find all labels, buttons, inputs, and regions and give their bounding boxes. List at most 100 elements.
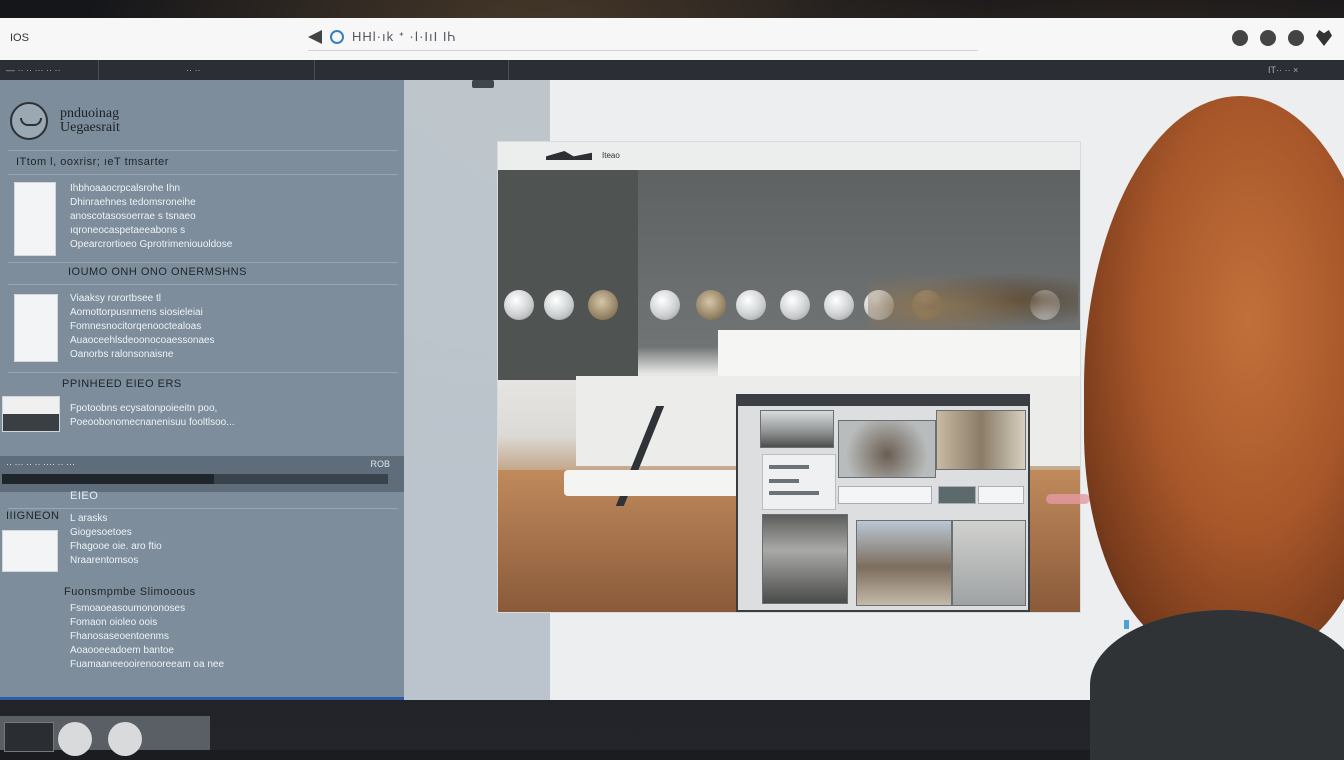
gallery-dot[interactable]: [780, 290, 810, 320]
entry-line: ıqroneocaspetaeeabons s: [70, 225, 186, 236]
toolbar-divider: [98, 60, 99, 80]
section-title[interactable]: IOUMO ONH ONO ONERMSHNS: [68, 266, 247, 278]
person-shoulder: [1090, 610, 1344, 760]
entry-text[interactable]: L arasks Giogesoetoes Fhagooe oie. aro f…: [70, 512, 162, 568]
entry-line: Fpotoobns ecysatonpoieeitn poo,: [70, 403, 218, 414]
progress-bar[interactable]: [2, 474, 388, 484]
gallery-dot[interactable]: [696, 290, 726, 320]
toolbar-divider: [314, 60, 315, 80]
section-label: IIIGNEON: [6, 510, 60, 522]
app-label: IOS: [10, 32, 29, 44]
scene-plant: [868, 265, 1078, 335]
entry-text[interactable]: Fsmoaoeasoumononoses Fomaon oioleo oois …: [70, 602, 224, 672]
photo-thumbnail[interactable]: [952, 520, 1026, 606]
dock-app-icon[interactable]: [58, 722, 92, 756]
entry-line: Aoaooeeadoem bantoe: [70, 645, 174, 656]
entry-line: anoscotasosoerrae s tsnaeo: [70, 211, 196, 222]
divider: [8, 262, 398, 263]
divider: [8, 150, 398, 151]
avatar[interactable]: [10, 102, 48, 140]
entry-line: Dhinraehnes tedomsroneihe: [70, 197, 196, 208]
refresh-icon[interactable]: [330, 30, 344, 44]
entry-thumbnail[interactable]: [14, 182, 56, 256]
viewer-header: Iteao: [498, 142, 1080, 171]
browser-top-bar: IOS HHl·ık ᐩ ·ǀ·IıI ΙᏂ: [0, 18, 1344, 61]
gallery-dot[interactable]: [824, 290, 854, 320]
section-title[interactable]: Fuonsmpmbe Slimooous: [64, 586, 196, 598]
photo-grid-panel[interactable]: [736, 394, 1030, 612]
section-title[interactable]: EIEO: [70, 490, 98, 502]
dock-app-icon[interactable]: [108, 722, 142, 756]
entry-line: Fomnesnocitorqenooctealoas: [70, 321, 202, 332]
progress-label: ·· ··· ·· ·· ···· ·· ···: [6, 459, 75, 469]
gallery-dot[interactable]: [544, 290, 574, 320]
entry-line: Fhanosaseoentoenms: [70, 631, 169, 642]
profile-name-line1: pnduoinag: [60, 106, 120, 121]
scroll-handle[interactable]: [472, 80, 494, 88]
scene-shelf: [718, 330, 1080, 376]
divider: [8, 174, 398, 175]
photo-thumbnail[interactable]: [760, 410, 834, 448]
photo-thumbnail[interactable]: [856, 520, 952, 606]
panel-button[interactable]: [978, 486, 1024, 504]
profile-header[interactable]: pnduoinag Uegaesrait: [10, 102, 120, 140]
entry-thumbnail[interactable]: [14, 294, 58, 362]
section-title[interactable]: ITtom l, ooxrisr; ıeT tmsarter: [16, 156, 169, 168]
entry-line: Opearcrortioeo Gprotrimeniouoldose: [70, 239, 233, 250]
gallery-dot[interactable]: [650, 290, 680, 320]
scene-laptop: [564, 470, 742, 496]
entry-line: Auaoceehlsdeoonocoaessonaes: [70, 335, 215, 346]
account-icon[interactable]: [1232, 30, 1248, 46]
photo-form[interactable]: [762, 454, 836, 510]
dock: [0, 716, 210, 756]
address-bar[interactable]: HHl·ık ᐩ ·ǀ·IıI ΙᏂ: [308, 24, 978, 51]
back-icon[interactable]: [308, 30, 322, 44]
sidebar-accent-bar: [0, 697, 404, 700]
entry-text[interactable]: Viaaksy rorortbsee tl Aomottorpusnmens s…: [70, 292, 215, 362]
photo-thumbnail[interactable]: [838, 420, 936, 478]
progress-row: ·· ··· ·· ·· ···· ·· ··· ROB: [0, 456, 404, 492]
profile-name-line2: Uegaesrait: [60, 120, 120, 135]
entry-line: Fomaon oioleo oois: [70, 617, 158, 628]
entry-line: Oanorbs ralonsonaisne: [70, 349, 174, 360]
gallery-dot[interactable]: [504, 290, 534, 320]
entry-text[interactable]: Ihbhoaaocrpcalsrohe Ihn Dhinraehnes tedo…: [70, 182, 232, 252]
gallery-dot[interactable]: [588, 290, 618, 320]
entry-line: Viaaksy rorortbsee tl: [70, 293, 161, 304]
divider: [8, 508, 398, 509]
toolbar-center-text[interactable]: ·· ··: [186, 65, 201, 75]
form-line: [769, 479, 799, 483]
dock-thumbnail[interactable]: [4, 722, 54, 752]
address-text: HHl·ık ᐩ ·ǀ·IıI ΙᏂ: [352, 29, 457, 44]
panel-button[interactable]: [838, 486, 932, 504]
divider: [8, 372, 398, 373]
toolbar-divider: [508, 60, 509, 80]
viewer-header-label: Iteao: [602, 151, 620, 160]
indicator-dot: [1124, 620, 1129, 629]
left-sidebar: pnduoinag Uegaesrait ITtom l, ooxrisr; ı…: [0, 80, 404, 700]
entry-line: Giogesoetoes: [70, 527, 132, 538]
photo-thumbnail[interactable]: [762, 514, 848, 604]
entry-line: L arasks: [70, 513, 108, 524]
entry-line: Nraarentomsos: [70, 555, 139, 566]
entry-line: Poeoobonomecnanenisuu fooltlsoo...: [70, 417, 235, 428]
progress-count: ROB: [370, 459, 390, 469]
favorite-icon[interactable]: [1316, 30, 1332, 46]
entry-text[interactable]: Fpotoobns ecysatonpoieeitn poo, Poeoobon…: [70, 402, 235, 430]
panel-button[interactable]: [938, 486, 976, 504]
progress-fill: [2, 474, 215, 484]
brand-logo: [546, 151, 592, 160]
photo-panel-header: [738, 396, 1028, 406]
toolbar-left-text: — ·· ·· ··· ·· ··: [6, 65, 61, 75]
settings-icon[interactable]: [1260, 30, 1276, 46]
toolbar-right-text[interactable]: IT·· ·· ×: [1268, 65, 1298, 75]
entry-thumbnail[interactable]: [2, 396, 60, 432]
scene-wall: [498, 170, 638, 380]
form-line: [769, 491, 819, 495]
divider: [8, 284, 398, 285]
photo-thumbnail[interactable]: [936, 410, 1026, 470]
gallery-dot[interactable]: [736, 290, 766, 320]
globe-icon[interactable]: [1288, 30, 1304, 46]
section-title[interactable]: PPINHEED EIEO ERS: [62, 378, 182, 390]
entry-thumbnail[interactable]: [2, 530, 58, 572]
